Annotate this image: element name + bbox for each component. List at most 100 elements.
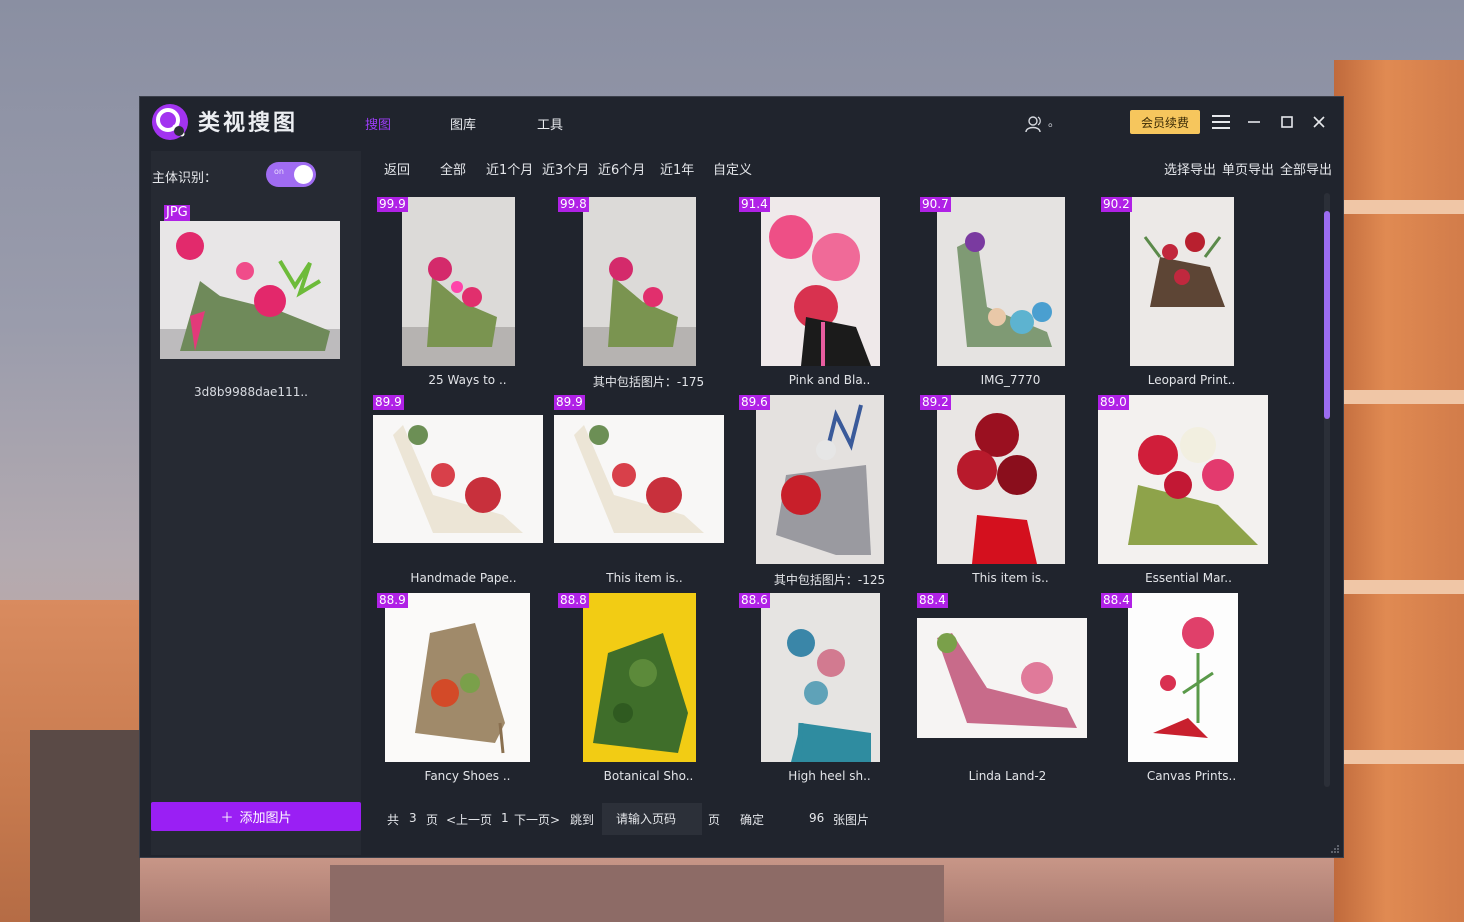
result-caption: Pink and Bla.. [788,373,871,387]
prev-page-button[interactable]: <上一页 [446,811,492,828]
result-caption: 其中包括图片：-175 [592,375,705,389]
result-image[interactable] [937,197,1065,366]
similarity-badge: 88.4 [1101,593,1132,608]
similarity-badge: 89.2 [920,395,951,410]
result-image[interactable] [583,197,696,366]
user-name[interactable]: 。 [1048,113,1060,130]
result-card[interactable]: 88.4 Canvas Prints.. [1101,593,1282,791]
filter-6-months[interactable]: 近6个月 [598,159,645,178]
result-card[interactable]: 89.0 Essential Mar.. [1098,395,1279,593]
subject-recognition-toggle[interactable]: on [266,162,316,187]
add-image-button[interactable]: ＋ 添加图片 [151,802,361,831]
result-caption: 其中包括图片：-125 [773,573,886,587]
result-card[interactable]: 99.8 其中包括图片：-175 [558,197,739,395]
close-icon[interactable] [1308,111,1330,133]
pager-total-prefix: 共 [387,813,400,827]
app-window: 类视搜图 搜图 图库 工具 。 会员续费 主体识别： on JPG 3d8b99… [139,96,1344,858]
user-icon[interactable] [1025,115,1043,133]
title-bar: 类视搜图 搜图 图库 工具 。 会员续费 [140,97,1343,147]
result-card[interactable]: 90.7 IMG_7770 [920,197,1101,395]
sidebar: 主体识别： on JPG 3d8b9988dae111.. ＋ 添加图片 [151,151,361,855]
result-image[interactable] [1130,197,1234,366]
result-image[interactable] [761,197,880,366]
result-caption: Handmade Pape.. [410,571,517,585]
result-caption: Canvas Prints.. [1146,769,1237,783]
result-card[interactable]: 89.6 其中包括图片：-125 [739,395,920,593]
filter-back[interactable]: 返回 [384,159,410,178]
pager-page-unit: 页 [426,813,439,827]
result-card[interactable]: 99.9 25 Ways to .. [377,197,558,395]
result-caption: High heel sh.. [788,769,871,783]
tab-gallery[interactable]: 图库 [450,114,476,133]
subject-recognition-label: 主体识别： [152,171,218,186]
minimize-icon[interactable] [1243,111,1265,133]
add-image-label: 添加图片 [239,811,292,826]
similarity-badge: 89.6 [739,395,770,410]
result-card[interactable]: 88.4 Linda Land-2 [917,593,1098,791]
export-selected-button[interactable]: 选择导出 [1164,159,1216,178]
filter-3-months[interactable]: 近3个月 [542,159,589,178]
filter-custom[interactable]: 自定义 [713,159,752,178]
result-image[interactable] [937,395,1065,564]
result-image[interactable] [756,395,884,564]
resize-grip-icon[interactable] [1331,845,1339,853]
query-format-badge: JPG [164,205,190,221]
result-card[interactable]: 90.2 Leopard Print.. [1101,197,1282,395]
result-caption: IMG_7770 [980,373,1041,387]
result-caption: Fancy Shoes .. [424,769,511,783]
confirm-page-button[interactable]: 确定 [740,811,764,828]
filter-all[interactable]: 全部 [440,159,466,178]
result-image[interactable] [761,593,880,762]
current-page[interactable]: 1 [501,811,509,825]
background-building-left [0,600,140,922]
result-card[interactable]: 89.2 This item is.. [920,395,1101,593]
result-card[interactable]: 91.4 Pink and Bla.. [739,197,920,395]
result-card[interactable]: 88.6 High heel sh.. [739,593,920,791]
scrollbar-thumb[interactable] [1324,211,1330,419]
similarity-badge: 90.7 [920,197,951,212]
jump-label: 跳到 [570,813,595,827]
page-number-input[interactable] [602,803,702,835]
background-rooftop-dark [330,865,944,922]
filter-1-month[interactable]: 近1个月 [486,159,533,178]
result-caption: 25 Ways to .. [428,373,507,387]
result-image[interactable] [385,593,530,762]
result-caption: Essential Mar.. [1145,571,1232,585]
pager-total-pages: 3 [409,811,417,825]
export-page-button[interactable]: 单页导出 [1222,159,1274,178]
result-card[interactable]: 88.8 Botanical Sho.. [558,593,739,791]
export-all-button[interactable]: 全部导出 [1280,159,1332,178]
tab-search[interactable]: 搜图 [365,114,391,133]
result-image[interactable] [917,618,1087,738]
plus-icon: ＋ [220,811,234,826]
result-caption: Linda Land-2 [968,769,1047,783]
similarity-badge: 91.4 [739,197,770,212]
similarity-badge: 89.0 [1098,395,1129,410]
pager-page-suffix: 页 [708,813,721,827]
next-page-button[interactable]: 下一页> [514,811,560,828]
tab-tools[interactable]: 工具 [537,114,563,133]
filter-1-year[interactable]: 近1年 [660,159,694,178]
result-image[interactable] [1128,593,1238,762]
result-image[interactable] [373,415,543,543]
result-card[interactable]: 89.9 Handmade Pape.. [373,395,554,593]
query-image-name: 3d8b9988dae111.. [194,385,308,399]
results-scrollbar[interactable] [1324,193,1330,787]
result-card[interactable]: 89.9 This item is.. [554,395,735,593]
similarity-badge: 89.9 [554,395,585,410]
background-building-right [1334,60,1464,922]
vip-renew-button[interactable]: 会员续费 [1130,110,1200,134]
similarity-badge: 88.9 [377,593,408,608]
maximize-icon[interactable] [1276,111,1298,133]
result-caption: Leopard Print.. [1147,373,1236,387]
result-card[interactable]: 88.9 Fancy Shoes .. [377,593,558,791]
result-caption: This item is.. [972,571,1049,585]
app-name: 类视搜图 [198,110,299,136]
result-image[interactable] [402,197,515,366]
similarity-badge: 88.4 [917,593,948,608]
menu-icon[interactable] [1210,111,1232,133]
result-caption: This item is.. [606,571,683,585]
result-image[interactable] [554,415,724,543]
result-image[interactable] [583,593,696,762]
result-image[interactable] [1098,395,1268,564]
